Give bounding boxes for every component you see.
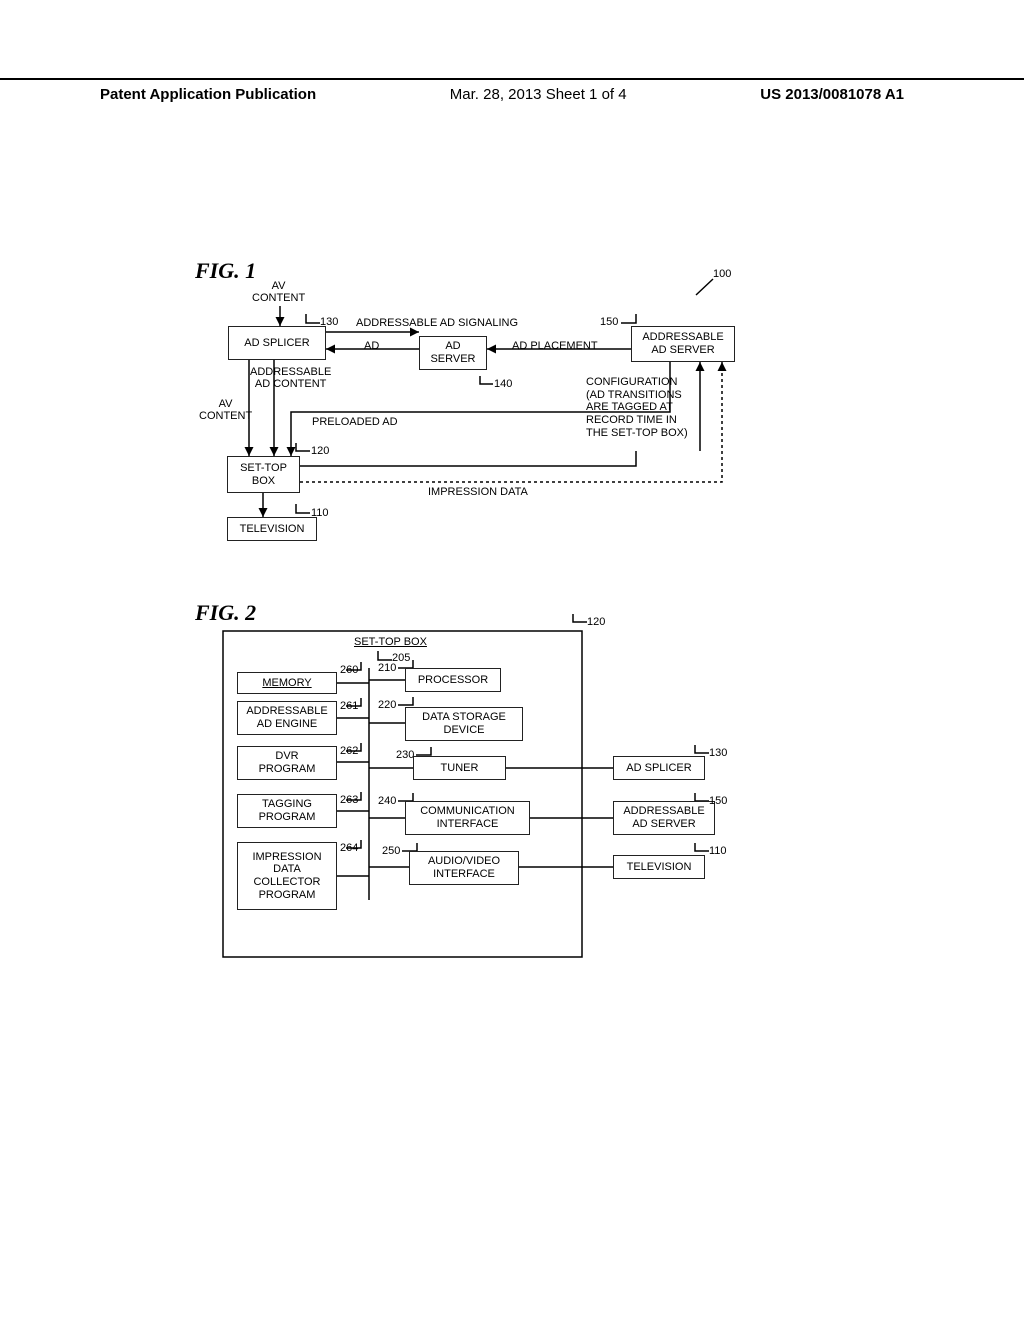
fig2-addr-engine-text: ADDRESSABLEAD ENGINE	[246, 705, 327, 730]
fig2-ref-120: 120	[587, 616, 605, 628]
fig2-splicer-box: AD SPLICER	[613, 756, 705, 780]
fig2-ref-210: 210	[378, 662, 396, 674]
fig2-ref-240: 240	[378, 795, 396, 807]
fig2-addr-engine-box: ADDRESSABLEAD ENGINE	[237, 701, 337, 735]
fig2-ref-262: 262	[340, 745, 358, 757]
fig2-ref-130: 130	[709, 747, 727, 759]
fig2-comm-text: COMMUNICATIONINTERFACE	[420, 805, 515, 830]
fig2-memory-text: MEMORY	[262, 677, 311, 690]
fig2-dvr-text: DVRPROGRAM	[259, 750, 316, 775]
fig2-tv-box: TELEVISION	[613, 855, 705, 879]
fig2-ref-110: 110	[709, 845, 727, 857]
fig2-tuner-box: TUNER	[413, 756, 506, 780]
fig2-avif-box: AUDIO/VIDEOINTERFACE	[409, 851, 519, 885]
fig2-ref-264: 264	[340, 842, 358, 854]
fig2-addr-server-text: ADDRESSABLEAD SERVER	[623, 805, 704, 830]
fig2-memory-box: MEMORY	[237, 672, 337, 694]
fig2-addr-server-box: ADDRESSABLEAD SERVER	[613, 801, 715, 835]
fig2-tv-text: TELEVISION	[627, 861, 692, 874]
fig2-dvr-box: DVRPROGRAM	[237, 746, 337, 780]
fig2-processor-text: PROCESSOR	[418, 674, 488, 687]
fig2-ref-263: 263	[340, 794, 358, 806]
fig2-dsd-text: DATA STORAGEDEVICE	[422, 711, 506, 736]
fig2-processor-box: PROCESSOR	[405, 668, 501, 692]
fig2-ref-230: 230	[396, 749, 414, 761]
fig2-tagging-text: TAGGINGPROGRAM	[259, 798, 316, 823]
fig2-ref-220: 220	[378, 699, 396, 711]
fig2-ref-250: 250	[382, 845, 400, 857]
fig2-dsd-box: DATA STORAGEDEVICE	[405, 707, 523, 741]
fig2-svg	[0, 0, 1024, 1320]
fig2-splicer-text: AD SPLICER	[626, 762, 691, 775]
fig2-avif-text: AUDIO/VIDEOINTERFACE	[428, 855, 500, 880]
fig2-ref-260: 260	[340, 664, 358, 676]
fig2-comm-box: COMMUNICATIONINTERFACE	[405, 801, 530, 835]
fig2-ref-261: 261	[340, 700, 358, 712]
fig2-ref-150: 150	[709, 795, 727, 807]
fig2-impression-text: IMPRESSIONDATACOLLECTORPROGRAM	[252, 851, 321, 902]
fig2-tagging-box: TAGGINGPROGRAM	[237, 794, 337, 828]
fig2-title: SET-TOP BOX	[354, 636, 427, 648]
fig2-tuner-text: TUNER	[441, 762, 479, 775]
fig2-impression-box: IMPRESSIONDATACOLLECTORPROGRAM	[237, 842, 337, 910]
